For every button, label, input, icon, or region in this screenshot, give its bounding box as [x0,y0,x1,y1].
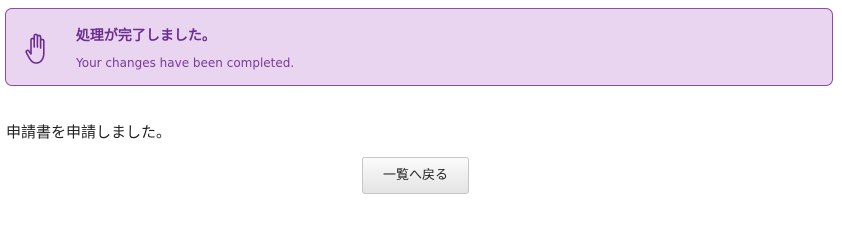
notice-subtitle: Your changes have been completed. [76,56,295,70]
raised-hand-icon [24,31,50,65]
notice-title: 処理が完了しました。 [76,28,216,44]
completion-notice: 処理が完了しました。 Your changes have been comple… [5,8,833,86]
back-to-list-button[interactable]: 一覧へ戻る [362,157,469,194]
result-message: 申請書を申請しました。 [6,123,172,141]
